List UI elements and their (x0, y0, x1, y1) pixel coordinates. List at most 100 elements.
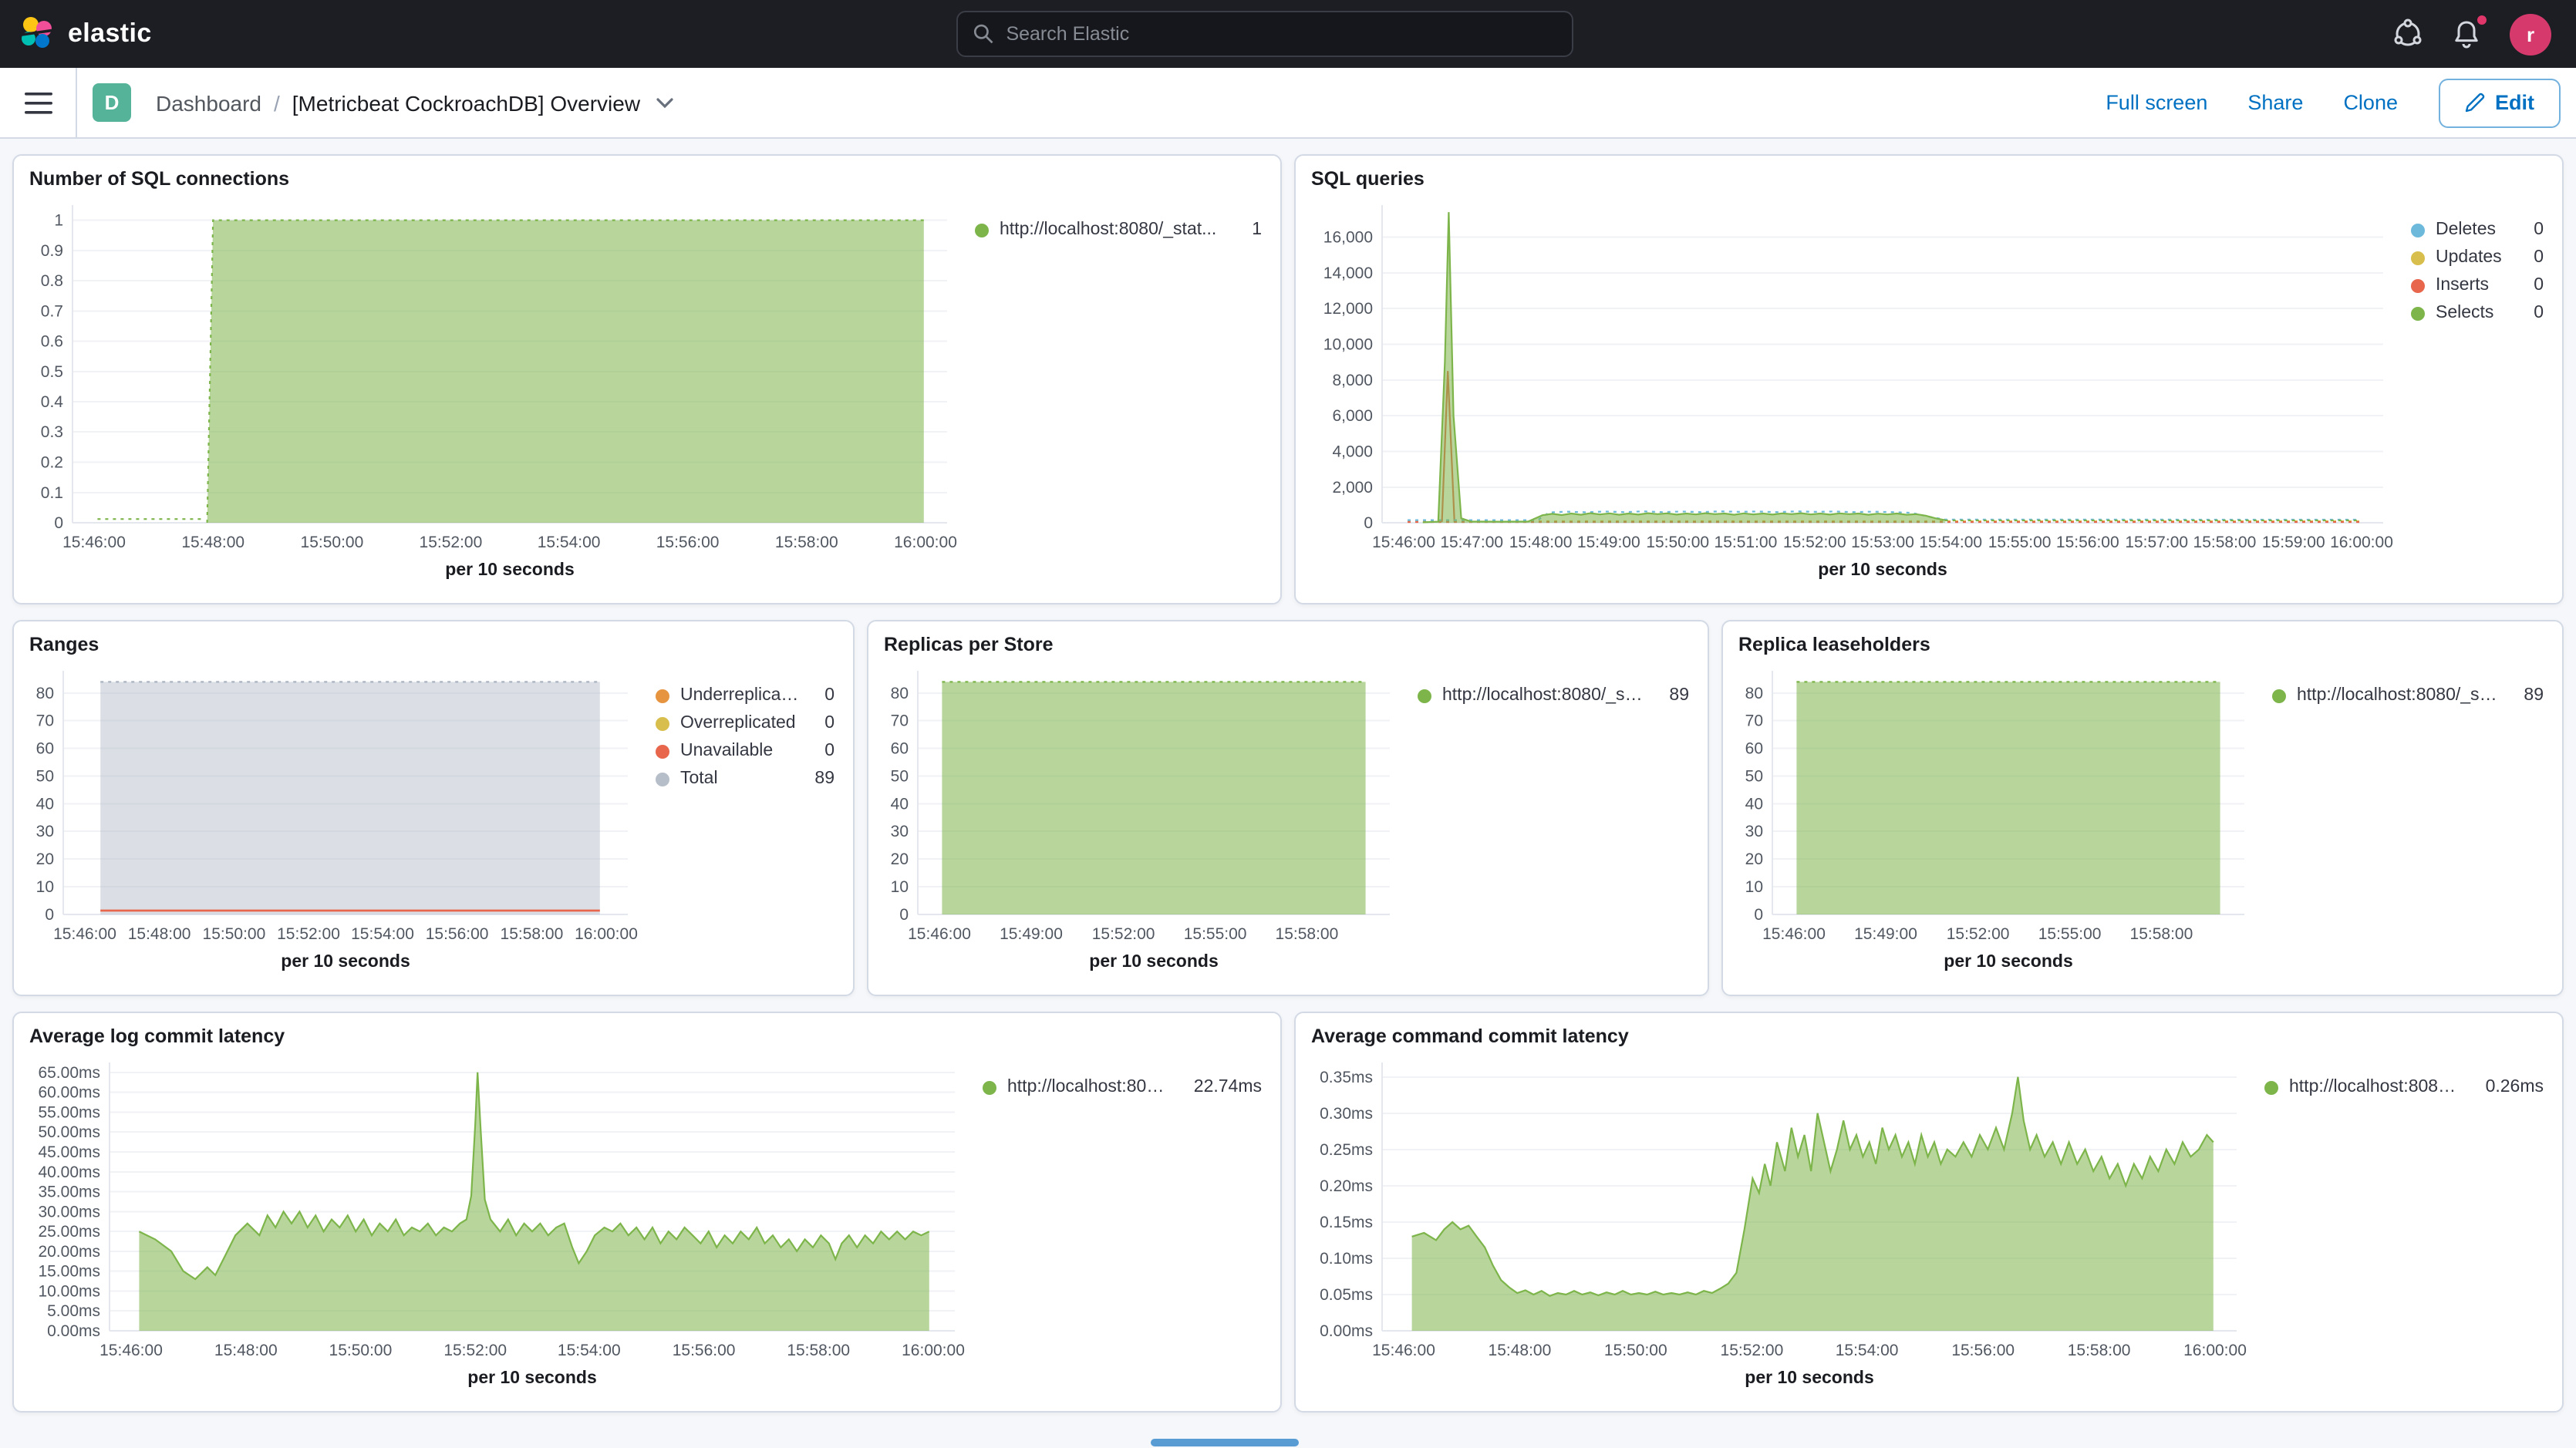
legend-label: http://localhost:8080... (2289, 1078, 2463, 1096)
series-line-selects (1423, 212, 1945, 522)
average-log-commit-latency-plot[interactable]: 0.00ms5.00ms10.00ms15.00ms20.00ms25.00ms… (26, 1050, 967, 1399)
legend-item[interactable]: Unavailable0 (656, 742, 835, 760)
x-tick-label: 15:54:00 (1836, 1342, 1899, 1359)
cluster-icon[interactable] (2392, 19, 2423, 49)
average-command-commit-latency-plot[interactable]: 0.00ms0.05ms0.10ms0.15ms0.20ms0.25ms0.30… (1308, 1050, 2249, 1399)
legend-item[interactable]: Total 89 (656, 769, 835, 788)
number-of-sql-connections-plot[interactable]: 00.10.20.30.40.50.60.70.80.9115:46:0015:… (26, 193, 959, 591)
x-tick-label: 15:58:00 (1276, 925, 1339, 943)
legend-item[interactable]: http://localhost:8080...0.26ms (2264, 1078, 2544, 1096)
legend-item[interactable]: Overreplicated0 (656, 714, 835, 732)
elastic-home-link[interactable]: elastic (0, 15, 185, 52)
top-navbar: elastic (0, 0, 2576, 68)
replicas-per-store-plot[interactable]: 0102030405060708015:46:0015:49:0015:52:0… (881, 658, 1402, 982)
y-tick-label: 4,000 (1332, 443, 1373, 460)
legend-item[interactable]: Inserts0 (2411, 276, 2544, 295)
y-tick-label: 40 (1745, 795, 1763, 813)
legend-item[interactable]: Updates0 (2411, 248, 2544, 267)
x-tick-label: 15:46:00 (1372, 534, 1435, 551)
legend-item[interactable]: http://localhost:8080/_sta...89 (1418, 686, 1689, 705)
y-tick-label: 55.00ms (38, 1103, 100, 1121)
legend-series-dot (656, 772, 669, 786)
y-tick-label: 0.7 (41, 302, 63, 320)
x-tick-label: 15:50:00 (203, 925, 266, 943)
x-tick-label: 15:50:00 (1604, 1342, 1667, 1359)
replica-leaseholders-plot[interactable]: 0102030405060708015:46:0015:49:0015:52:0… (1735, 658, 2257, 982)
legend-item[interactable]: Deletes0 (2411, 221, 2544, 239)
dashboard-header: D Dashboard / [Metricbeat CockroachDB] O… (0, 68, 2576, 139)
panel-replica-leaseholders: Replica leaseholders 0102030405060708015… (1721, 620, 2564, 996)
share-button[interactable]: Share (2247, 91, 2303, 114)
edit-button[interactable]: Edit (2438, 78, 2561, 127)
full-screen-button[interactable]: Full screen (2106, 91, 2207, 114)
alerts-icon[interactable] (2451, 19, 2482, 49)
y-tick-label: 0 (1364, 514, 1373, 532)
page-title: [Metricbeat CockroachDB] Overview (292, 90, 640, 115)
legend-series-dot (2264, 1080, 2278, 1094)
y-tick-label: 30 (891, 823, 909, 840)
y-tick-label: 40.00ms (38, 1163, 100, 1181)
legend-value: 0 (2521, 304, 2544, 322)
legend-item[interactable]: http://localhost:8080/_sta...89 (2272, 686, 2544, 705)
user-avatar[interactable]: r (2510, 13, 2551, 55)
legend-series-dot (2272, 689, 2286, 702)
legend-label: http://localhost:8080/_sta... (2297, 686, 2500, 705)
series-area-command-commit-latency (1412, 1077, 2214, 1331)
panel-average-command-commit-latency: Average command commit latency 0.00ms0.0… (1294, 1012, 2564, 1413)
y-tick-label: 45.00ms (38, 1143, 100, 1161)
x-tick-label: 15:54:00 (351, 925, 414, 943)
chart-legend: http://localhost:8080/_sta...89 (2257, 658, 2550, 982)
legend-item[interactable]: Selects0 (2411, 304, 2544, 322)
legend-item[interactable]: http://localhost:8080/_stat...1 (975, 221, 1262, 239)
x-tick-label: 15:56:00 (673, 1342, 736, 1359)
y-tick-label: 60 (36, 740, 54, 758)
y-tick-label: 20 (36, 850, 54, 868)
x-tick-label: 16:00:00 (902, 1342, 965, 1359)
kibana-app: elastic (0, 0, 2576, 1448)
legend-series-dot (656, 689, 669, 702)
x-axis-title: per 10 seconds (1944, 951, 2072, 971)
legend-item[interactable]: Underreplicated0 (656, 686, 835, 705)
x-tick-label: 15:46:00 (1762, 925, 1826, 943)
legend-item[interactable]: http://localhost:808...22.74ms (983, 1078, 1262, 1096)
chart-legend: http://localhost:808...22.74ms (967, 1050, 1268, 1399)
chart-legend: Deletes0 Updates0 Inserts0 Selects0 (2396, 193, 2550, 591)
legend-value: 0 (812, 742, 835, 760)
horizontal-scrollbar-thumb[interactable] (1151, 1439, 1299, 1446)
y-tick-label: 35.00ms (38, 1184, 100, 1201)
x-tick-label: 15:55:00 (1988, 534, 2052, 551)
elastic-logo (19, 15, 56, 52)
brand-text: elastic (68, 19, 152, 49)
y-tick-label: 0.30ms (1320, 1105, 1373, 1123)
clone-button[interactable]: Clone (2343, 91, 2398, 114)
x-axis-title: per 10 seconds (1745, 1367, 1873, 1387)
title-chevron-button[interactable] (656, 96, 674, 109)
y-tick-label: 65.00ms (38, 1064, 100, 1082)
y-tick-label: 40 (36, 795, 54, 813)
x-tick-label: 16:00:00 (2330, 534, 2393, 551)
search-input[interactable] (1006, 23, 1556, 45)
chart-replicas-per-store: 0102030405060708015:46:0015:49:0015:52:0… (881, 658, 1695, 982)
legend-value: 89 (802, 769, 835, 788)
legend-value: 0 (2521, 276, 2544, 295)
legend-series-dot (656, 744, 669, 758)
y-tick-label: 60 (891, 740, 909, 758)
ranges-plot[interactable]: 0102030405060708015:46:0015:48:0015:50:0… (26, 658, 640, 982)
legend-label: Total (680, 769, 718, 788)
x-axis-title: per 10 seconds (1089, 951, 1218, 971)
y-tick-label: 1 (54, 212, 63, 230)
y-tick-label: 0.1 (41, 484, 63, 502)
x-tick-label: 15:57:00 (2125, 534, 2188, 551)
y-tick-label: 30 (36, 823, 54, 840)
breadcrumb-dashboard-link[interactable]: Dashboard (156, 90, 261, 115)
menu-button[interactable] (0, 68, 77, 137)
sql-queries-plot[interactable]: 02,0004,0006,0008,00010,00012,00014,0001… (1308, 193, 2396, 591)
x-tick-label: 15:53:00 (1851, 534, 1914, 551)
x-tick-label: 15:52:00 (1783, 534, 1846, 551)
y-tick-label: 0.00ms (47, 1322, 100, 1340)
global-search[interactable] (956, 11, 1573, 57)
y-tick-label: 6,000 (1332, 407, 1373, 425)
panel-row-3: Average log commit latency 0.00ms5.00ms1… (12, 1012, 2564, 1413)
x-tick-label: 15:47:00 (1440, 534, 1503, 551)
edit-button-label: Edit (2495, 91, 2534, 114)
